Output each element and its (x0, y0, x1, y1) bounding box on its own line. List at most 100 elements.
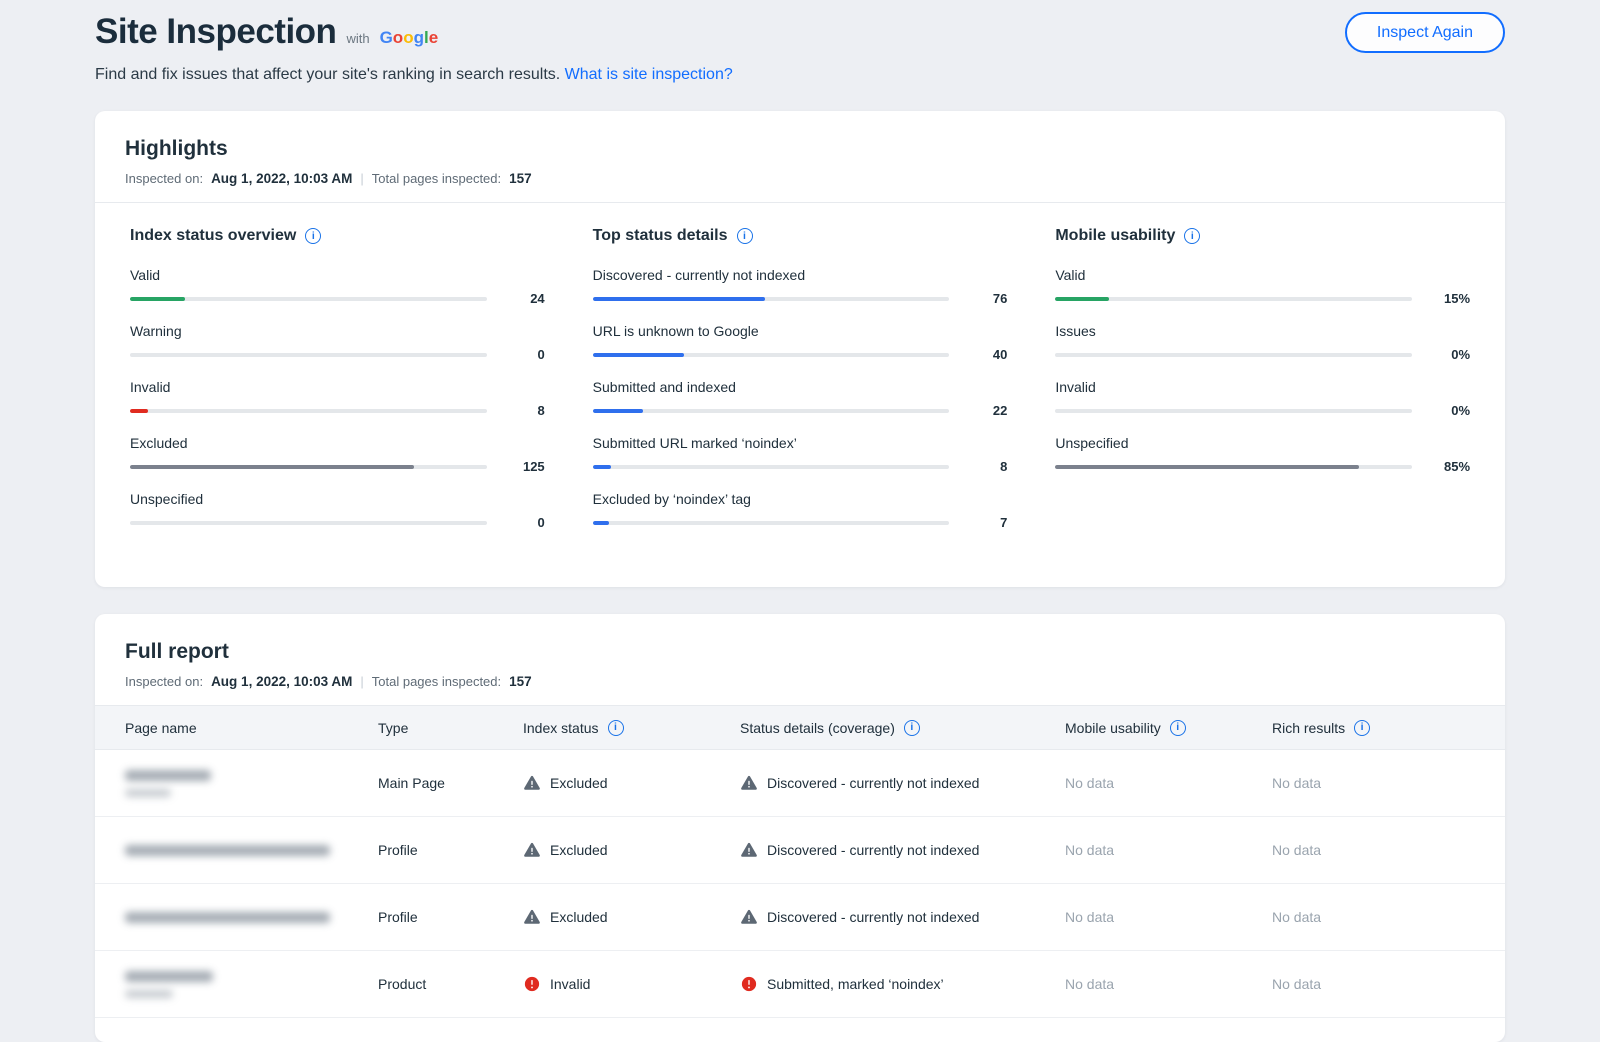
stat-column: Mobile usability Valid 15% Issues 0% Inv… (1055, 227, 1470, 547)
stat-column-title: Mobile usability (1055, 227, 1470, 245)
total-pages-value: 157 (509, 674, 532, 689)
stat-bar-track (130, 297, 487, 301)
column-header: Index status (523, 720, 740, 736)
rich-results-cell: No data (1272, 909, 1475, 925)
mobile-usability-cell: No data (1065, 775, 1272, 791)
full-report-card-head: Full report Inspected on: Aug 1, 2022, 1… (95, 614, 1505, 706)
info-icon[interactable] (305, 228, 321, 244)
stat-row: Excluded by ‘noindex’ tag 7 (593, 491, 1008, 530)
stat-bar: 24 (130, 291, 545, 306)
meta-divider: | (360, 674, 363, 689)
stat-column: Top status details Discovered - currentl… (593, 227, 1008, 547)
page-subtitle: Find and fix issues that affect your sit… (95, 66, 1505, 84)
stat-bar-track (593, 465, 950, 469)
stat-bar-track (1055, 353, 1412, 357)
page-type: Profile (378, 909, 523, 925)
status-label: Excluded (550, 842, 608, 858)
warning-triangle-icon (523, 774, 541, 792)
info-icon[interactable] (608, 720, 624, 736)
stat-bar: 0 (130, 515, 545, 530)
warning-triangle-icon (740, 774, 758, 792)
stat-bar-track (593, 297, 950, 301)
stat-column-title-text: Index status overview (130, 227, 296, 245)
info-icon[interactable] (737, 228, 753, 244)
info-icon[interactable] (1170, 720, 1186, 736)
stat-column-title-text: Top status details (593, 227, 728, 245)
highlights-meta: Inspected on: Aug 1, 2022, 10:03 AM | To… (125, 171, 1475, 186)
column-header-label: Rich results (1272, 720, 1345, 736)
google-logo: Google (380, 28, 439, 48)
page-title: Site Inspection (95, 12, 336, 52)
table-row[interactable]: Product Invalid (95, 951, 1505, 1018)
meta-divider: | (360, 171, 363, 186)
status-details-cell: Submitted, marked ‘noindex’ (740, 975, 1065, 993)
page-name-redacted (125, 912, 378, 923)
stat-label: Unspecified (130, 491, 545, 507)
page-type: Profile (378, 842, 523, 858)
info-icon[interactable] (1354, 720, 1370, 736)
rich-results-cell: No data (1272, 775, 1475, 791)
mobile-usability-cell: No data (1065, 909, 1272, 925)
table-row[interactable]: Profile Excluded (95, 884, 1505, 951)
rich-results-cell: No data (1272, 976, 1475, 992)
highlights-title: Highlights (125, 137, 1475, 161)
page-type: Main Page (378, 775, 523, 791)
stat-bar-fill (593, 465, 611, 469)
status-details-cell: Discovered - currently not indexed (740, 841, 1065, 859)
what-is-site-inspection-link[interactable]: What is site inspection? (565, 66, 733, 83)
stat-bar-track (130, 521, 487, 525)
stat-bar: 76 (593, 291, 1008, 306)
inspect-again-button[interactable]: Inspect Again (1345, 12, 1505, 53)
stat-label: Issues (1055, 323, 1470, 339)
stat-column-rows: Discovered - currently not indexed 76 UR… (593, 267, 1008, 530)
info-icon[interactable] (1184, 228, 1200, 244)
with-label: with (346, 31, 369, 46)
full-report-title: Full report (125, 640, 1475, 664)
stat-label: Warning (130, 323, 545, 339)
stat-column: Index status overview Valid 24 Warning 0… (130, 227, 545, 547)
page-name-redacted (125, 845, 378, 856)
title-line: Site Inspection with Google (95, 12, 438, 52)
status-label: Invalid (550, 976, 590, 992)
stat-bar-track (593, 409, 950, 413)
stat-row: Invalid 0% (1055, 379, 1470, 418)
error-circle-icon (740, 975, 758, 993)
stat-bar: 8 (130, 403, 545, 418)
rich-results-cell: No data (1272, 842, 1475, 858)
full-report-meta: Inspected on: Aug 1, 2022, 10:03 AM | To… (125, 674, 1475, 689)
stat-label: Submitted URL marked ‘noindex’ (593, 435, 1008, 451)
stat-column-title: Index status overview (130, 227, 545, 245)
highlights-columns: Index status overview Valid 24 Warning 0… (95, 203, 1505, 587)
stat-bar-fill (1055, 297, 1109, 301)
stat-bar: 0 (130, 347, 545, 362)
stat-value: 8 (501, 403, 545, 418)
info-icon[interactable] (904, 720, 920, 736)
stat-label: Valid (1055, 267, 1470, 283)
stat-bar: 40 (593, 347, 1008, 362)
stat-bar-fill (130, 465, 414, 469)
stat-value: 0% (1426, 403, 1470, 418)
table-row[interactable]: Profile Excluded (95, 817, 1505, 884)
stat-column-rows: Valid 15% Issues 0% Invalid 0% Unspecifi… (1055, 267, 1470, 474)
app: Site Inspection with Google Inspect Agai… (95, 0, 1505, 1042)
stat-label: URL is unknown to Google (593, 323, 1008, 339)
subtitle-text: Find and fix issues that affect your sit… (95, 66, 560, 83)
total-pages-label: Total pages inspected: (372, 674, 501, 689)
stat-bar-fill (130, 297, 185, 301)
stat-bar: 15% (1055, 291, 1470, 306)
stat-row: Warning 0 (130, 323, 545, 362)
column-header: Status details (coverage) (740, 720, 1065, 736)
highlights-card: Highlights Inspected on: Aug 1, 2022, 10… (95, 111, 1505, 587)
full-report-card: Full report Inspected on: Aug 1, 2022, 1… (95, 614, 1505, 1042)
column-header: Mobile usability (1065, 720, 1272, 736)
stat-row: Invalid 8 (130, 379, 545, 418)
table-row[interactable]: Main Page Excluded (95, 750, 1505, 817)
stat-value: 85% (1426, 459, 1470, 474)
stat-bar-track (130, 353, 487, 357)
status-label: Excluded (550, 775, 608, 791)
warning-triangle-icon (740, 908, 758, 926)
stat-row: Valid 24 (130, 267, 545, 306)
stat-value: 24 (501, 291, 545, 306)
column-header-label: Status details (coverage) (740, 720, 895, 736)
stat-row: Valid 15% (1055, 267, 1470, 306)
